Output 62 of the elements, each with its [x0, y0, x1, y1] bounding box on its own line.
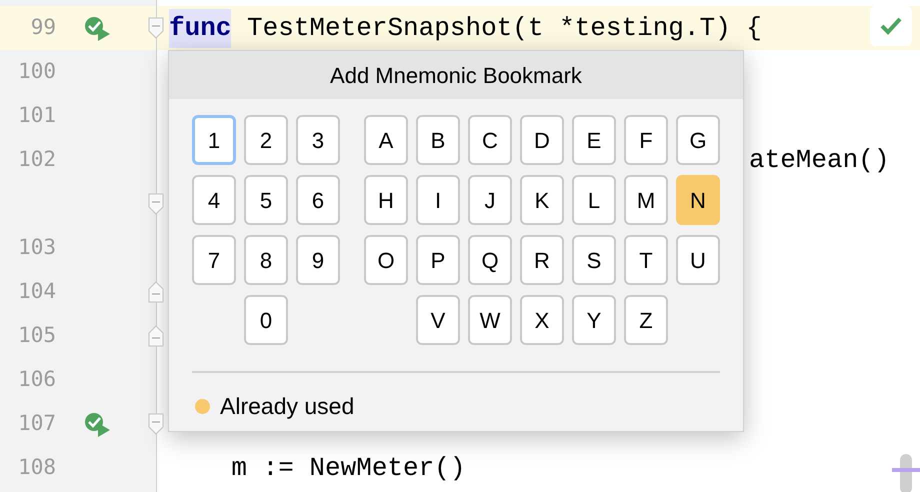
line-number: 108 [18, 455, 56, 480]
bookmark-key[interactable]: G [676, 115, 720, 165]
bookmark-key[interactable]: H [364, 175, 408, 225]
bookmark-key[interactable]: E [572, 115, 616, 165]
line-number: 104 [18, 279, 56, 304]
fold-icon[interactable] [148, 413, 164, 435]
bookmark-key[interactable]: 7 [192, 235, 236, 285]
bookmark-key[interactable]: 2 [244, 115, 288, 165]
bookmark-key[interactable]: N [676, 175, 720, 225]
code-text: m := NewMeter() [230, 452, 466, 484]
bookmark-key[interactable]: 9 [296, 235, 340, 285]
bookmark-key[interactable]: 4 [192, 175, 236, 225]
bookmark-key[interactable]: 1 [192, 115, 236, 165]
bookmark-key[interactable]: X [520, 295, 564, 345]
bookmark-key[interactable]: P [416, 235, 460, 285]
line-number: 107 [18, 411, 56, 436]
line-number: 103 [18, 235, 56, 260]
scroll-marker [892, 468, 920, 472]
bookmark-key[interactable]: Y [572, 295, 616, 345]
unfold-icon[interactable] [148, 325, 164, 347]
bookmark-key[interactable]: B [416, 115, 460, 165]
fold-icon[interactable] [148, 17, 164, 39]
code-text: ateMean() [749, 144, 890, 176]
bookmark-key[interactable]: V [416, 295, 460, 345]
fold-icon[interactable] [148, 193, 164, 215]
line-number: 105 [18, 323, 56, 348]
bookmark-key[interactable]: W [468, 295, 512, 345]
bookmark-key[interactable]: A [364, 115, 408, 165]
bookmark-key[interactable]: L [572, 175, 616, 225]
bookmark-key[interactable]: Q [468, 235, 512, 285]
bookmark-key[interactable]: K [520, 175, 564, 225]
line-number: 102 [18, 147, 56, 172]
code-text: TestMeterSnapshot(t *testing.T) { [246, 12, 762, 44]
bookmark-key[interactable]: U [676, 235, 720, 285]
bookmark-key[interactable]: O [364, 235, 408, 285]
bookmark-key[interactable]: Z [624, 295, 668, 345]
line-number: 101 [18, 103, 56, 128]
bookmark-key[interactable]: 3 [296, 115, 340, 165]
legend-label: Already used [220, 392, 354, 421]
bookmark-key[interactable]: F [624, 115, 668, 165]
line-number: 100 [18, 59, 56, 84]
bookmark-key[interactable]: S [572, 235, 616, 285]
run-test-icon[interactable] [83, 15, 111, 41]
bookmark-key[interactable]: I [416, 175, 460, 225]
bookmark-key[interactable]: J [468, 175, 512, 225]
line-number: 99 [30, 15, 56, 40]
bookmark-key[interactable]: C [468, 115, 512, 165]
bookmark-key[interactable]: R [520, 235, 564, 285]
bookmark-key[interactable]: M [624, 175, 668, 225]
unfold-icon[interactable] [148, 281, 164, 303]
inspection-status-badge[interactable] [870, 6, 912, 46]
popup-title: Add Mnemonic Bookmark [330, 62, 582, 90]
run-test-icon[interactable] [83, 411, 111, 437]
bookmark-key[interactable]: D [520, 115, 564, 165]
bookmark-key[interactable]: 0 [244, 295, 288, 345]
check-icon [880, 17, 902, 35]
code-keyword: func [169, 8, 232, 48]
bookmark-key[interactable]: 6 [296, 175, 340, 225]
bookmark-key[interactable]: 5 [244, 175, 288, 225]
bookmark-key[interactable]: 8 [244, 235, 288, 285]
bookmark-key[interactable]: T [624, 235, 668, 285]
line-number: 106 [18, 367, 56, 392]
